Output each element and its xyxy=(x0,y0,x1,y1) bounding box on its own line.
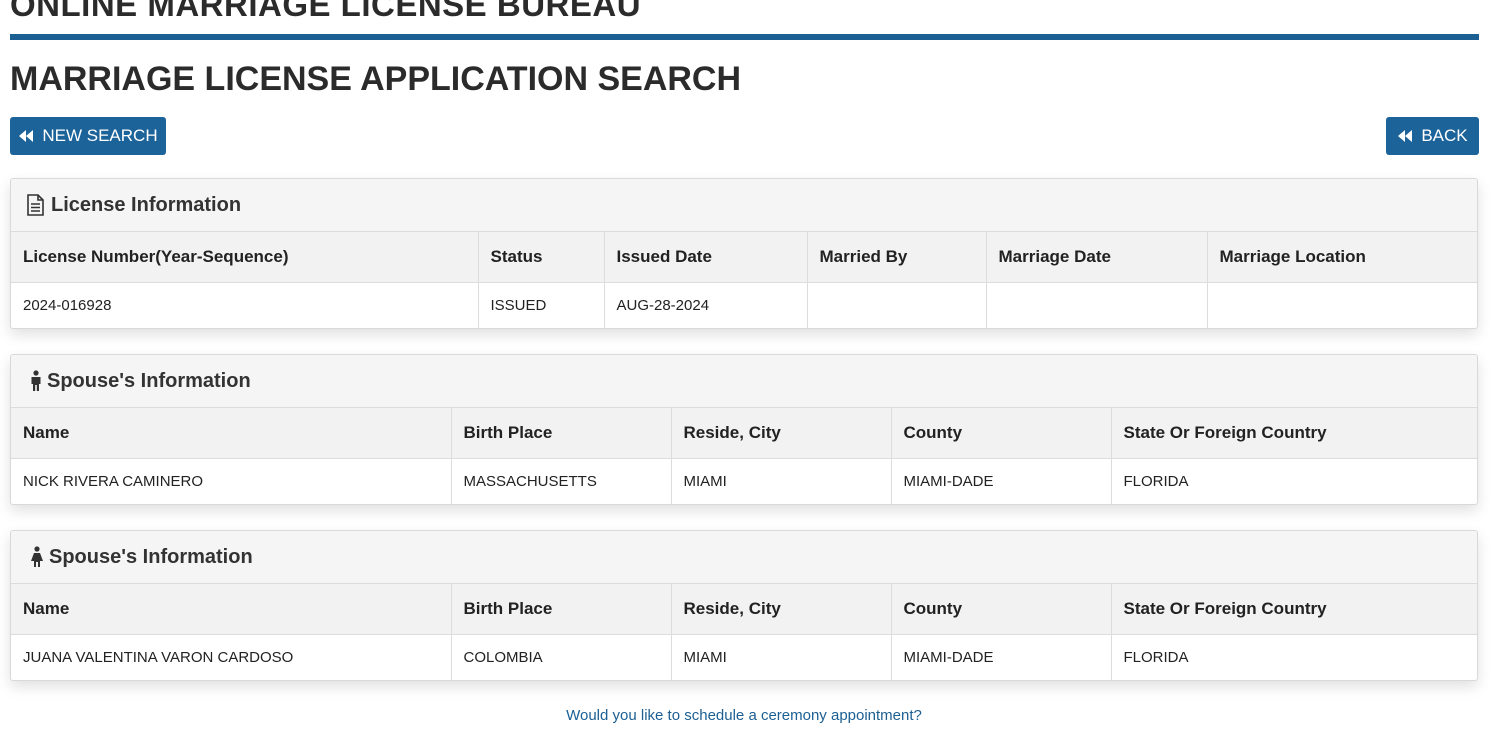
panel-header: Spouse's Information xyxy=(11,355,1477,408)
column-header: Reside, City xyxy=(671,584,892,635)
reside-city-cell: MIAMI xyxy=(671,634,892,680)
state-cell: FLORIDA xyxy=(1123,648,1189,666)
name-cell: NICK RIVERA CAMINERO xyxy=(11,458,452,504)
column-header: State Or Foreign Country xyxy=(1111,584,1477,635)
new-search-label: NEW SEARCH xyxy=(42,126,158,145)
column-header: Reside, City xyxy=(671,408,892,459)
schedule-ceremony-link[interactable]: Would you like to schedule a ceremony ap… xyxy=(0,707,1488,724)
panel-title: License Information xyxy=(51,193,242,216)
panel-header: License Information xyxy=(11,179,1477,232)
county-cell: MIAMI-DADE xyxy=(891,634,1112,680)
column-header: County xyxy=(891,584,1112,635)
fast-backward-icon xyxy=(18,129,34,143)
spouse-information-panel: Spouse's Information Name Birth Place Re… xyxy=(10,530,1478,681)
table-header-row: License Number(Year-Sequence) Status Iss… xyxy=(11,232,1477,283)
marriage-date-cell xyxy=(986,282,1208,328)
table-header-row: Name Birth Place Reside, City County Sta… xyxy=(11,584,1477,635)
column-header: Status xyxy=(478,232,605,283)
marriage-location-cell xyxy=(1207,282,1477,328)
panel-title: Spouse's Information xyxy=(49,545,253,568)
table-header-row: Name Birth Place Reside, City County Sta… xyxy=(11,408,1477,459)
column-header: Birth Place xyxy=(451,408,672,459)
new-search-button[interactable]: NEW SEARCH xyxy=(10,117,166,155)
table-row: NICK RIVERA CAMINERO MASSACHUSETTS MIAMI… xyxy=(11,458,1477,504)
column-header: Marriage Location xyxy=(1207,232,1477,283)
fast-backward-icon xyxy=(1397,129,1413,143)
county-cell: MIAMI-DADE xyxy=(891,458,1112,504)
table-row: JUANA VALENTINA VARON CARDOSO COLOMBIA M… xyxy=(11,634,1477,680)
license-number-cell: 2024-016928 xyxy=(11,282,479,328)
name-cell: JUANA VALENTINA VARON CARDOSO xyxy=(11,634,452,680)
male-icon xyxy=(29,370,43,392)
table-row: 2024-016928 ISSUED AUG-28-2024 xyxy=(11,282,1477,328)
license-table: License Number(Year-Sequence) Status Iss… xyxy=(11,232,1477,328)
document-icon xyxy=(25,194,45,216)
column-header: Birth Place xyxy=(451,584,672,635)
birth-place-cell: MASSACHUSETTS xyxy=(451,458,672,504)
married-by-cell xyxy=(807,282,987,328)
spouse-information-panel: Spouse's Information Name Birth Place Re… xyxy=(10,354,1478,505)
column-header: State Or Foreign Country xyxy=(1111,408,1477,459)
panel-title: Spouse's Information xyxy=(47,369,251,392)
panel-header: Spouse's Information xyxy=(11,531,1477,584)
column-header: Issued Date xyxy=(604,232,808,283)
license-information-panel: License Information License Number(Year-… xyxy=(10,178,1478,329)
column-header: Married By xyxy=(807,232,987,283)
state-cell: FLORIDA xyxy=(1123,472,1189,490)
column-header: County xyxy=(891,408,1112,459)
spouse-table: Name Birth Place Reside, City County Sta… xyxy=(11,584,1477,680)
spouse-table: Name Birth Place Reside, City County Sta… xyxy=(11,408,1477,504)
reside-city-cell: MIAMI xyxy=(671,458,892,504)
column-header: Marriage Date xyxy=(986,232,1208,283)
column-header: Name xyxy=(11,408,452,459)
column-header: Name xyxy=(11,584,452,635)
site-title: ONLINE MARRIAGE LICENSE BUREAU xyxy=(10,0,642,23)
status-cell: ISSUED xyxy=(478,282,605,328)
title-divider xyxy=(10,34,1479,40)
female-icon xyxy=(29,546,45,568)
issued-date-cell: AUG-28-2024 xyxy=(604,282,808,328)
page-title: MARRIAGE LICENSE APPLICATION SEARCH xyxy=(10,60,742,98)
back-label: BACK xyxy=(1421,126,1468,145)
column-header: License Number(Year-Sequence) xyxy=(11,232,479,283)
birth-place-cell: COLOMBIA xyxy=(451,634,672,680)
back-button[interactable]: BACK xyxy=(1386,117,1479,155)
